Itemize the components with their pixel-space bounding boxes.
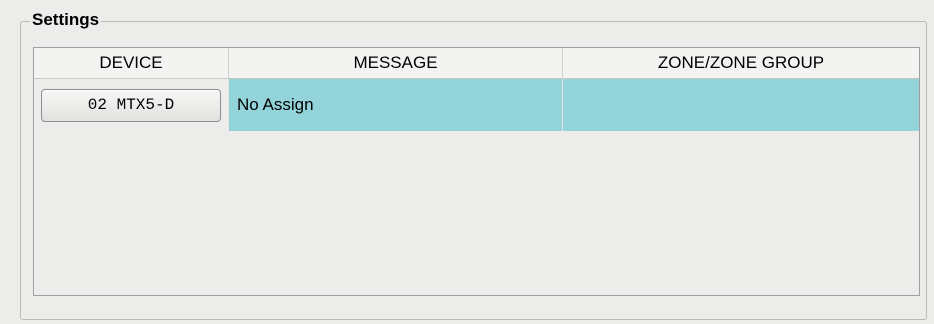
column-header-message[interactable]: MESSAGE	[229, 48, 563, 78]
settings-grid: DEVICE MESSAGE ZONE/ZONE GROUP 02 MTX5-D…	[33, 47, 920, 296]
device-cell: 02 MTX5-D	[34, 79, 229, 131]
zone-cell[interactable]	[563, 79, 919, 131]
column-header-device[interactable]: DEVICE	[34, 48, 229, 78]
grid-header: DEVICE MESSAGE ZONE/ZONE GROUP	[34, 48, 919, 79]
settings-title: Settings	[30, 10, 102, 30]
settings-panel: Settings DEVICE MESSAGE ZONE/ZONE GROUP …	[0, 0, 934, 324]
grid-empty-area	[34, 131, 919, 295]
device-button[interactable]: 02 MTX5-D	[41, 88, 221, 122]
table-row: 02 MTX5-D No Assign	[34, 79, 919, 131]
column-header-zone[interactable]: ZONE/ZONE GROUP	[563, 48, 919, 78]
message-cell[interactable]: No Assign	[229, 79, 563, 131]
